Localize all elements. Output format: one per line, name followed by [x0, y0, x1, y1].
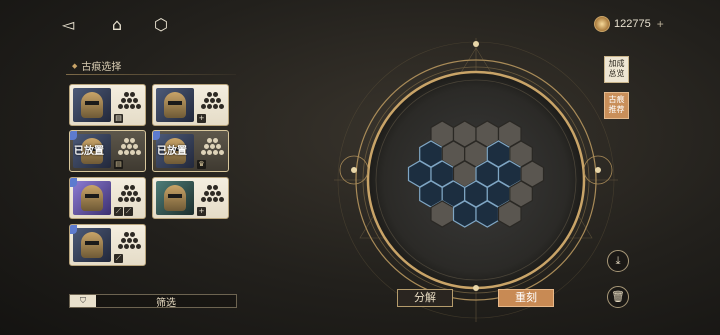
attribute-badge-icon: ▤	[114, 160, 123, 169]
helmet-icon	[81, 185, 103, 211]
hex-shape-icon	[118, 92, 141, 110]
empty-hex-cell[interactable]	[497, 200, 522, 228]
helmet-icon	[81, 92, 103, 118]
helmet-icon	[81, 232, 103, 258]
placed-label: 已放置	[157, 146, 187, 157]
attribute-badge-icon: +	[197, 114, 206, 123]
bonus-overview-button[interactable]: 加成总览	[604, 56, 629, 83]
currency-amount: 122775	[614, 18, 651, 30]
rune-card[interactable]: +	[152, 177, 229, 219]
rune-recommend-button[interactable]: 古痕推荐	[604, 92, 629, 119]
visor	[85, 101, 99, 105]
currency-display: 122775 +	[594, 16, 664, 32]
placed-label: 已放置	[74, 146, 104, 157]
rune-portrait	[156, 181, 194, 215]
rune-board[interactable]	[334, 38, 618, 322]
helmet-icon	[164, 185, 186, 211]
hex-shape-icon	[201, 185, 224, 203]
attribute-badge-icon: ▤	[114, 114, 123, 123]
rune-card[interactable]: ⟋ ⟋	[69, 177, 146, 219]
cube-icon[interactable]: ⬡	[150, 14, 172, 36]
hex-shape-icon	[118, 232, 141, 250]
rune-card[interactable]: +	[152, 84, 229, 126]
rune-card[interactable]: ⟋	[69, 224, 146, 266]
filter-icon: ⛉	[70, 295, 96, 307]
rune-portrait	[73, 88, 111, 122]
attribute-badge-icon: ⟋	[124, 207, 133, 216]
helmet-icon	[164, 92, 186, 118]
section-header: ◆ 古痕选择	[72, 58, 122, 74]
rune-card[interactable]: 已放置 ▤	[69, 130, 146, 172]
visor	[85, 194, 99, 198]
decompose-button[interactable]: 分解	[397, 289, 453, 307]
empty-hex-cell[interactable]	[430, 200, 455, 228]
home-icon[interactable]: ⌂	[106, 14, 128, 36]
reforge-button[interactable]: 重刻	[498, 289, 554, 307]
hex-shape-icon	[201, 138, 224, 156]
tag-icon	[70, 225, 77, 234]
hex-shape-icon	[118, 185, 141, 203]
section-title: 古痕选择	[81, 62, 122, 73]
rune-card[interactable]: ▤	[69, 84, 146, 126]
filter-label: 筛选	[156, 297, 176, 309]
tag-icon	[70, 131, 77, 140]
filled-hex-cell[interactable]	[452, 200, 477, 228]
back-arrow-icon[interactable]: ◅	[57, 14, 79, 36]
hex-shape-icon	[118, 138, 141, 156]
delete-icon[interactable]: 🗑	[607, 286, 629, 308]
attribute-badge-icon: ⟋	[114, 254, 123, 263]
tag-icon	[70, 178, 77, 187]
tag-icon	[153, 131, 160, 140]
save-layout-button[interactable]: ⤓	[607, 250, 629, 272]
visor	[168, 194, 182, 198]
filter-bar[interactable]: ⛉ 筛选	[69, 294, 237, 309]
hex-shape-icon	[201, 92, 224, 110]
visor	[85, 241, 99, 245]
attribute-badge-icon: ♛	[197, 160, 206, 169]
add-currency-button[interactable]: +	[657, 17, 664, 31]
visor	[168, 101, 182, 105]
attribute-badge-icon: +	[197, 207, 206, 216]
rune-card[interactable]: 已放置 ♛	[152, 130, 229, 172]
rune-portrait	[73, 181, 111, 215]
divider	[66, 74, 236, 75]
filled-hex-cell[interactable]	[475, 200, 500, 228]
rune-portrait	[156, 88, 194, 122]
rune-portrait	[73, 228, 111, 262]
bullet-icon: ◆	[72, 61, 78, 70]
attribute-badge-icon: ⟋	[114, 207, 123, 216]
coin-icon	[594, 16, 610, 32]
